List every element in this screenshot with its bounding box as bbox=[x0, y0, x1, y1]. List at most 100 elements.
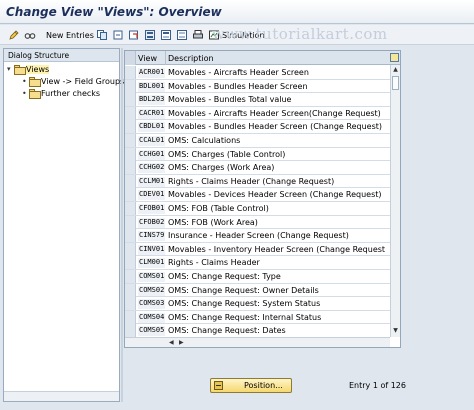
cell-description: Movables - Aircrafts Header Screen bbox=[168, 68, 309, 77]
row-select-button[interactable] bbox=[125, 161, 136, 175]
table-row[interactable]: BDL001 Movables - Bundles Header Screen bbox=[125, 79, 390, 94]
row-select-button[interactable] bbox=[125, 202, 136, 215]
edit-button[interactable] bbox=[8, 28, 20, 42]
position-icon bbox=[214, 381, 223, 390]
cell-description: OMS: Change Request: Type bbox=[168, 272, 281, 281]
row-select-button[interactable] bbox=[125, 174, 136, 188]
cell-description: Rights - Claims Header bbox=[168, 258, 260, 268]
tree-node-further-checks[interactable]: • Further checks bbox=[22, 87, 100, 99]
select-all-button[interactable] bbox=[144, 28, 156, 42]
display-change-button[interactable] bbox=[24, 28, 36, 42]
tree-node-field-groups[interactable]: • View -> Field Groups bbox=[22, 75, 124, 87]
tree-node-label: View -> Field Groups bbox=[41, 76, 125, 86]
delete-button[interactable] bbox=[112, 28, 124, 42]
undo-change-button[interactable] bbox=[128, 28, 140, 42]
tree-node-label: Views bbox=[26, 64, 50, 74]
page-title: Change View "Views": Overview bbox=[6, 5, 222, 19]
cell-description: Movables - Bundles Header Screen (Change… bbox=[168, 122, 382, 132]
watermark: www.tutorialkart.com bbox=[212, 25, 388, 43]
cell-view: COMS04 bbox=[138, 312, 165, 323]
table-row[interactable]: CFOB01 OMS: FOB (Table Control) bbox=[125, 202, 390, 216]
table-row[interactable]: ACR001 Movables - Aircrafts Header Screen bbox=[125, 66, 390, 80]
table-row[interactable]: COMS02 OMS: Change Request: Owner Details bbox=[125, 283, 390, 298]
new-entries-label: New Entries bbox=[46, 30, 94, 40]
cell-view: CBDL01 bbox=[138, 122, 165, 133]
cell-view: CACR01 bbox=[138, 108, 165, 119]
cell-view: CLM001 bbox=[138, 258, 165, 269]
row-select-button[interactable] bbox=[125, 242, 136, 256]
cell-description: OMS: Change Request: System Status bbox=[168, 299, 321, 309]
cell-description: OMS: Charges (Work Area) bbox=[168, 163, 275, 173]
scroll-left-icon[interactable]: ◀ bbox=[169, 339, 174, 346]
row-select-button[interactable] bbox=[125, 256, 136, 270]
select-all-rows-button[interactable] bbox=[125, 51, 136, 65]
cell-description: Movables - Bundles Total value bbox=[168, 95, 292, 105]
position-button[interactable]: Position... bbox=[210, 378, 292, 393]
folder-icon bbox=[14, 65, 26, 75]
scroll-thumb[interactable] bbox=[392, 76, 399, 90]
print-button[interactable] bbox=[192, 28, 204, 42]
table-row[interactable]: CINS79 Insurance - Header Screen (Change … bbox=[125, 229, 390, 243]
scroll-right-icon[interactable]: ▶ bbox=[179, 339, 184, 346]
row-select-button[interactable] bbox=[125, 283, 136, 297]
scroll-up-icon[interactable]: ▲ bbox=[391, 66, 400, 75]
row-select-button[interactable] bbox=[125, 106, 136, 120]
table-row[interactable]: COMS04 OMS: Change Request: Internal Stat… bbox=[125, 310, 390, 325]
cell-description: Movables - Bundles Header Screen bbox=[168, 81, 308, 91]
tree-node-views[interactable]: ▾ Views bbox=[7, 63, 50, 75]
row-select-button[interactable] bbox=[125, 270, 136, 283]
table-row[interactable]: CINV01 Movables - Inventory Header Screen… bbox=[125, 242, 390, 257]
row-select-button[interactable] bbox=[125, 66, 136, 79]
row-select-button[interactable] bbox=[125, 120, 136, 134]
row-select-button[interactable] bbox=[125, 297, 136, 311]
table-row[interactable]: CFOB02 OMS: FOB (Work Area) bbox=[125, 215, 390, 230]
row-select-button[interactable] bbox=[125, 134, 136, 147]
row-select-button[interactable] bbox=[125, 324, 136, 338]
column-header-description[interactable]: Description bbox=[168, 54, 214, 63]
row-select-button[interactable] bbox=[125, 188, 136, 202]
select-block-button[interactable] bbox=[160, 28, 172, 42]
table-row[interactable]: CDEV01 Movables - Devices Header Screen (… bbox=[125, 188, 390, 202]
row-select-button[interactable] bbox=[125, 93, 136, 107]
table-row[interactable]: CLM001 Rights - Claims Header bbox=[125, 256, 390, 270]
table-row[interactable]: CCLM01 Rights - Claims Header (Change Req… bbox=[125, 174, 390, 189]
table-settings-icon[interactable] bbox=[390, 53, 399, 62]
row-select-button[interactable] bbox=[125, 147, 136, 161]
table-row[interactable]: COMS03 OMS: Change Request: System Status bbox=[125, 297, 390, 311]
table-row[interactable]: BDL203 Movables - Bundles Total value bbox=[125, 93, 390, 107]
row-select-button[interactable] bbox=[125, 215, 136, 229]
table-row[interactable]: CBDL01 Movables - Bundles Header Screen (… bbox=[125, 120, 390, 134]
table-row[interactable]: CCAL01 OMS: Calculations bbox=[125, 134, 390, 148]
cell-view: CCLM01 bbox=[138, 176, 165, 187]
column-header-view[interactable]: View bbox=[138, 54, 157, 63]
row-select-button[interactable] bbox=[125, 79, 136, 93]
row-select-button[interactable] bbox=[125, 310, 136, 324]
scroll-down-icon[interactable]: ▼ bbox=[391, 327, 400, 336]
cell-description: OMS: Charges (Table Control) bbox=[168, 149, 286, 159]
column-divider[interactable] bbox=[165, 51, 166, 65]
deselect-all-button[interactable] bbox=[176, 28, 188, 42]
table-row[interactable]: CCHG02 OMS: Charges (Work Area) bbox=[125, 161, 390, 175]
row-select-button[interactable] bbox=[125, 229, 136, 243]
views-table: View Description ACR001 Movables - Aircra… bbox=[124, 50, 401, 348]
cell-description: OMS: Change Request: Internal Status bbox=[168, 312, 322, 322]
copy-icon bbox=[96, 29, 108, 41]
panel-splitter[interactable] bbox=[121, 48, 123, 402]
table-row[interactable]: COMS01 OMS: Change Request: Type bbox=[125, 270, 390, 284]
horizontal-scrollbar[interactable] bbox=[4, 391, 119, 401]
cell-view: CFOB02 bbox=[138, 217, 165, 228]
cell-view: CINS79 bbox=[138, 231, 165, 242]
table-row[interactable]: CCHG01 OMS: Charges (Table Control) bbox=[125, 147, 390, 162]
new-entries-button[interactable]: New Entries bbox=[44, 28, 94, 42]
dialog-structure-panel: Dialog Structure ▾ Views • View -> Field… bbox=[3, 48, 124, 402]
cell-view: BDL203 bbox=[138, 95, 165, 106]
cell-description: Movables - Inventory Header Screen (Chan… bbox=[168, 244, 386, 254]
table-row[interactable]: CACR01 Movables - Aircrafts Header Screen… bbox=[125, 106, 390, 121]
print-icon bbox=[192, 29, 204, 41]
edit-icon bbox=[8, 29, 20, 41]
table-row[interactable]: COMS05 OMS: Change Request: Dates bbox=[125, 324, 390, 338]
horizontal-scrollbar[interactable]: ◀ ▶ bbox=[125, 337, 390, 347]
expand-arrow-icon[interactable]: ▾ bbox=[7, 65, 14, 73]
vertical-scrollbar[interactable]: ▲ ▼ bbox=[390, 65, 400, 337]
copy-as-button[interactable] bbox=[96, 28, 108, 42]
